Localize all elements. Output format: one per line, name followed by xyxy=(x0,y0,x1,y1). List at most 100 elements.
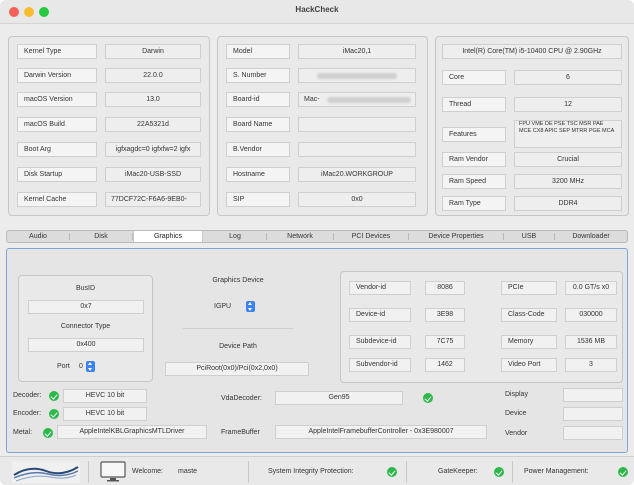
ram-speed-value: 3200 MHz xyxy=(514,174,622,189)
darwin-version-value: 22.0.0 xyxy=(105,68,201,83)
board-id-label: Board-id xyxy=(226,92,290,107)
tab-pci-devices[interactable]: PCI Devices xyxy=(334,231,408,242)
graphics-tab-content: BusID 0x7 Connector Type 0x400 Port 0 Gr… xyxy=(6,248,628,453)
device-path-label: Device Path xyxy=(219,343,257,350)
device-value xyxy=(563,407,623,421)
vda-decoder-label: VdaDecoder: xyxy=(221,395,262,402)
graphics-device-label: Graphics Device xyxy=(212,277,264,284)
port-value: 0 xyxy=(79,363,83,370)
model-info-panel: Model iMac20,1 S. Number Board-id Mac- B… xyxy=(217,36,428,216)
macos-build-value: 22A5321d xyxy=(105,117,201,132)
pci-ids-panel: Vendor-id 8086 Device-id 3E98 Subdevice-… xyxy=(340,271,623,383)
ram-vendor-label: Ram Vendor xyxy=(442,152,506,167)
encoder-value: HEVC 10 bit xyxy=(63,407,147,421)
busid-value: 0x7 xyxy=(28,300,144,314)
tab-device-properties[interactable]: Device Properties xyxy=(409,231,503,242)
kernel-cache-value: 77DCF72C-F6A6-9EB0- xyxy=(105,192,201,207)
pcie-label: PCIe xyxy=(501,281,557,295)
cpu-info-panel: Intel(R) Core(TM) i5-10400 CPU @ 2.90GHz… xyxy=(435,36,629,216)
tab-graphics[interactable]: Graphics xyxy=(133,231,203,242)
features-value: FPU VME DE PSE TSC MSR PAE MCE CX8 APIC … xyxy=(514,120,622,148)
vda-decoder-check-icon xyxy=(423,393,433,403)
tab-downloader[interactable]: Downloader xyxy=(555,231,627,242)
board-vendor-value xyxy=(298,142,416,157)
device-label: Device xyxy=(505,410,527,417)
disk-startup-value: iMac20-USB-SSD xyxy=(105,167,201,182)
vendor-id-label: Vendor-id xyxy=(349,281,411,295)
bus-panel: BusID 0x7 Connector Type 0x400 Port 0 xyxy=(18,275,153,382)
power-management-check-icon xyxy=(618,467,628,477)
framebuffer-value: AppleIntelFramebufferController - 0x3E98… xyxy=(275,425,487,439)
hostname-value: iMac20.WORKGROUP xyxy=(298,167,416,182)
board-name-label: Board Name xyxy=(226,117,290,132)
kernel-type-value: Darwin xyxy=(105,44,201,59)
disk-startup-label: Disk Startup xyxy=(17,167,97,182)
hackcheck-window: HackCheck Kernel Type Darwin Darwin Vers… xyxy=(0,0,634,485)
tab-usb[interactable]: USB xyxy=(504,231,554,242)
model-label: Model xyxy=(226,44,290,59)
pcie-value: 0.0 GT/s x0 xyxy=(565,281,617,295)
display-value xyxy=(563,388,623,402)
macos-build-label: macOS Build xyxy=(17,117,97,132)
busid-label: BusID xyxy=(75,285,96,292)
decoder-value: HEVC 10 bit xyxy=(63,389,147,403)
graphics-device-value: IGPU xyxy=(214,303,232,310)
ram-type-value: DDR4 xyxy=(514,196,622,211)
divider xyxy=(183,328,293,329)
metal-label: Metal: xyxy=(13,429,33,436)
sip-value: 0x0 xyxy=(298,192,416,207)
metal-value: AppleIntelKBLGraphicsMTLDriver xyxy=(57,425,207,439)
macos-version-label: macOS Version xyxy=(17,92,97,107)
decoder-label: Decoder: xyxy=(13,392,42,399)
graphics-device-stepper-icon[interactable] xyxy=(246,301,255,312)
window-title: HackCheck xyxy=(295,5,339,14)
vendor-label: Vendor xyxy=(505,430,528,437)
hostname-label: Hostname xyxy=(226,167,290,182)
class-code-label: Class-Code xyxy=(501,308,557,322)
memory-label: Memory xyxy=(501,335,557,349)
class-code-value: 030000 xyxy=(565,308,617,322)
device-id-label: Device-id xyxy=(349,308,411,322)
gatekeeper-check-icon xyxy=(494,467,504,477)
boot-arg-value: igfxagdc=0 igfxfw=2 igfx xyxy=(105,142,201,157)
vendor-value xyxy=(563,426,623,440)
port-stepper-icon[interactable] xyxy=(86,361,95,372)
board-id-prefix: Mac- xyxy=(304,96,320,103)
subvendor-id-label: Subvendor-id xyxy=(349,358,411,372)
kernel-type-label: Kernel Type xyxy=(17,44,97,59)
tab-network[interactable]: Network xyxy=(267,231,333,242)
tab-audio[interactable]: Audio xyxy=(7,231,69,242)
subvendor-id-value: 1462 xyxy=(425,358,465,372)
thread-value: 12 xyxy=(514,97,622,112)
sip-status-check-icon xyxy=(387,467,397,477)
ram-vendor-value: Crucial xyxy=(514,152,622,167)
thread-label: Thread xyxy=(442,97,506,112)
welcome-label: Welcome: xyxy=(132,468,163,475)
board-name-value xyxy=(298,117,416,132)
app-logo xyxy=(12,461,80,483)
model-value: iMac20,1 xyxy=(298,44,416,59)
serial-number-label: S. Number xyxy=(226,68,290,83)
encoder-label: Encoder: xyxy=(13,410,42,417)
subdevice-id-value: 7C75 xyxy=(425,335,465,349)
system-info-panel: Kernel Type Darwin Darwin Version 22.0.0… xyxy=(8,36,210,216)
decoder-check-icon xyxy=(49,391,59,401)
redacted-serial xyxy=(317,73,397,79)
subdevice-id-label: Subdevice-id xyxy=(349,335,411,349)
connector-type-value: 0x400 xyxy=(28,338,144,352)
tab-log[interactable]: Log xyxy=(204,231,266,242)
welcome-user: maste xyxy=(178,468,198,475)
metal-check-icon xyxy=(43,428,53,438)
gatekeeper-label: GateKeeper: xyxy=(438,468,478,475)
core-label: Core xyxy=(442,70,506,85)
macos-version-value: 13.0 xyxy=(105,92,201,107)
device-id-value: 3E98 xyxy=(425,308,465,322)
tab-disk[interactable]: Disk xyxy=(70,231,132,242)
board-vendor-label: B.Vendor xyxy=(226,142,290,157)
port-label: Port xyxy=(57,363,70,370)
vda-decoder-value: Gen95 xyxy=(275,391,403,405)
power-management-label: Power Management: xyxy=(524,468,589,475)
redacted-board-id xyxy=(327,97,411,103)
video-port-label: Video Port xyxy=(501,358,557,372)
ram-type-label: Ram Type xyxy=(442,196,506,211)
